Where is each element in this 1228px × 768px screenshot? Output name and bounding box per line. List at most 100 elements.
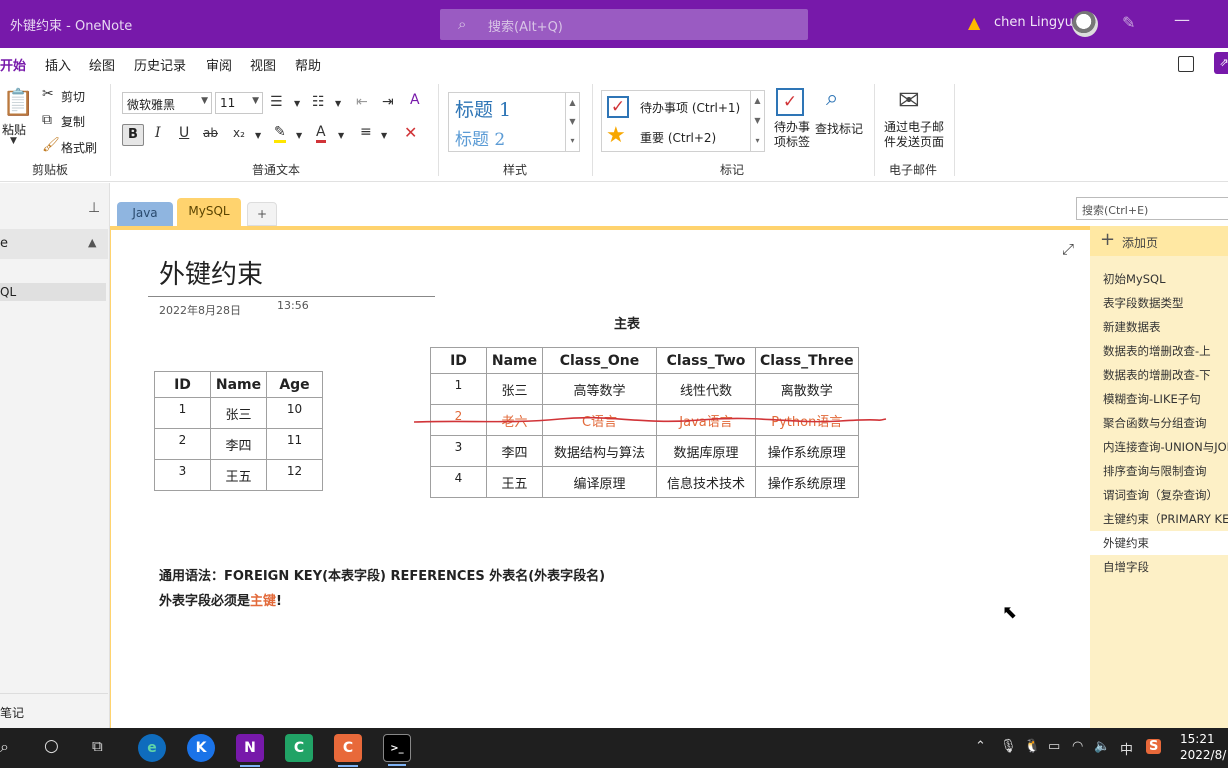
column-header[interactable]: ID [430, 347, 487, 374]
table-cell[interactable]: 张三 [486, 373, 543, 405]
decrease-indent-icon[interactable]: ⇤ [356, 94, 368, 110]
column-header[interactable]: Class_Two [656, 347, 756, 374]
chevron-down-icon[interactable]: ▼ [255, 131, 261, 140]
system-clock[interactable]: 15:21 2022/8/ [1180, 731, 1226, 763]
styles-gallery[interactable]: 标题 1 标题 2 ▲ ▼ ▾ [448, 92, 580, 152]
add-page-button[interactable]: + 添加页 [1090, 226, 1228, 256]
expand-icon[interactable]: ⤢ [1062, 240, 1074, 258]
page-item[interactable]: 谓词查询（复杂查询） [1103, 487, 1228, 503]
highlight-icon[interactable]: ✎ [274, 124, 286, 143]
table-cell[interactable]: 李四 [210, 428, 267, 460]
table-cell[interactable]: 高等数学 [542, 373, 657, 405]
immersive-reader-icon[interactable] [1178, 56, 1194, 72]
page-item[interactable]: 表字段数据类型 [1103, 295, 1228, 311]
align-icon[interactable]: ≡ [360, 124, 372, 140]
font-color-icon[interactable]: A [316, 124, 326, 143]
battery-icon[interactable]: ▭ [1048, 739, 1060, 754]
table-cell[interactable]: 操作系统原理 [755, 435, 859, 467]
column-header[interactable]: Class_One [542, 347, 657, 374]
page-item[interactable]: 模糊查询-LIKE子句 [1103, 391, 1228, 407]
copy-icon[interactable]: ⧉ [42, 112, 52, 128]
notebooks-footer[interactable]: 笔记 [0, 693, 108, 721]
tags-scroll[interactable]: ▲ ▼ ▾ [750, 91, 764, 151]
underline-button[interactable]: U [179, 125, 189, 141]
section-item[interactable]: QL [0, 283, 106, 301]
table-cell[interactable]: 信息技术技术 [656, 466, 756, 498]
table-cell[interactable]: 11 [266, 428, 323, 460]
column-header[interactable]: Name [486, 347, 543, 374]
table-cell[interactable]: 3 [154, 459, 211, 491]
chevron-down-icon[interactable]: ▼ [296, 131, 302, 140]
table-cell[interactable]: 李四 [486, 435, 543, 467]
task-view-icon[interactable]: ⧉ [92, 737, 103, 755]
onenote-icon[interactable]: N [236, 734, 264, 767]
page-item[interactable]: 主键约束（PRIMARY KEY） [1103, 511, 1228, 527]
table-cell[interactable]: 线性代数 [656, 373, 756, 405]
main-table-caption[interactable]: 主表 [614, 313, 640, 332]
menu-view[interactable]: 视图 [250, 55, 276, 74]
table-cell[interactable]: 数据库原理 [656, 435, 756, 467]
microphone-icon[interactable]: 🎙 [1000, 739, 1017, 754]
user-name[interactable]: chen Lingyu [994, 15, 1073, 30]
scissors-icon[interactable]: ✂ [42, 86, 54, 102]
tab-java[interactable]: Java [117, 202, 173, 226]
chevron-down-icon[interactable]: ▼ [10, 136, 17, 146]
add-section-button[interactable]: + [247, 202, 277, 226]
style-heading1[interactable]: 标题 1 [455, 95, 511, 122]
chevron-down-icon[interactable]: ▼ [335, 99, 341, 108]
menu-help[interactable]: 帮助 [295, 55, 321, 74]
syntax-note[interactable]: 通用语法：FOREIGN KEY(本表字段) REFERENCES 外表名(外表… [159, 565, 605, 584]
table-cell[interactable]: 离散数学 [755, 373, 859, 405]
menu-history[interactable]: 历史记录 [134, 55, 186, 74]
ime-indicator[interactable]: 中 [1120, 739, 1133, 758]
bullets-icon[interactable]: ☰ [270, 94, 283, 110]
table-cell[interactable]: 1 [430, 373, 487, 405]
tags-gallery[interactable]: ✓ 待办事项 (Ctrl+1) ★ 重要 (Ctrl+2) ▲ ▼ ▾ [601, 90, 765, 152]
qq-icon[interactable]: 🐧 [1024, 739, 1040, 754]
wifi-icon[interactable]: ◠ [1072, 739, 1083, 754]
increase-indent-icon[interactable]: ⇥ [382, 94, 394, 110]
clion-icon[interactable]: C [285, 734, 313, 762]
email-icon[interactable]: ✉ [898, 86, 920, 116]
page-item[interactable]: 数据表的增删改查-下 [1103, 367, 1228, 383]
child-table[interactable]: ID Name Age 1 张三 10 2 李四 11 3 王五 12 [154, 371, 323, 491]
format-painter-button[interactable]: 格式刷 [61, 139, 97, 156]
page-search-input[interactable]: 搜索(Ctrl+E) [1076, 197, 1228, 220]
paste-icon[interactable]: 📋 [2, 88, 34, 118]
style-heading2[interactable]: 标题 2 [455, 125, 505, 150]
find-tags-button[interactable]: 查找标记 [815, 120, 863, 137]
subscript-button[interactable]: x₂ [233, 126, 245, 140]
table-cell[interactable]: 10 [266, 397, 323, 429]
page-title[interactable]: 外键约束 [159, 254, 263, 291]
page-item[interactable]: 数据表的增删改查-上 [1103, 343, 1228, 359]
table-cell[interactable]: 4 [430, 466, 487, 498]
edge-icon[interactable]: e [138, 734, 166, 762]
sogou-icon[interactable]: S [1146, 739, 1162, 754]
column-header[interactable]: Name [210, 371, 267, 398]
search-icon[interactable]: ⌕ [0, 737, 9, 757]
table-cell[interactable]: 编译原理 [542, 466, 657, 498]
search-box[interactable]: ⌕ 搜索(Alt+Q) [440, 9, 808, 40]
table-cell[interactable]: 张三 [210, 397, 267, 429]
tag-important[interactable]: 重要 (Ctrl+2) [640, 129, 716, 146]
todo-tag-button[interactable]: 待办事项标签 [770, 120, 814, 150]
email-page-button[interactable]: 通过电子邮件发送页面 [882, 120, 946, 150]
clear-icon[interactable]: ✕ [404, 123, 417, 142]
italic-button[interactable]: I [155, 125, 161, 141]
table-cell[interactable]: 数据结构与算法 [542, 435, 657, 467]
table-cell[interactable]: 12 [266, 459, 323, 491]
avatar[interactable] [1072, 11, 1098, 37]
warning-icon[interactable]: ▲ [968, 13, 980, 32]
table-cell[interactable]: 3 [430, 435, 487, 467]
chevron-down-icon[interactable]: ▼ [338, 131, 344, 140]
chevron-up-icon[interactable]: ▲ [88, 236, 96, 249]
clear-format-icon[interactable]: A [410, 92, 420, 108]
font-family-dropdown[interactable]: 微软雅黑 ▼ [122, 92, 212, 114]
table-cell[interactable]: 2 [154, 428, 211, 460]
find-tags-icon[interactable]: ⌕ [826, 86, 838, 111]
menu-home[interactable]: 开始 [0, 55, 27, 81]
pen-icon[interactable]: ✎ [1122, 13, 1135, 32]
chevron-down-icon[interactable]: ▼ [294, 99, 300, 108]
page-item[interactable]: 聚合函数与分组查询 [1103, 415, 1228, 431]
page-item[interactable]: 初始MySQL [1103, 271, 1228, 287]
